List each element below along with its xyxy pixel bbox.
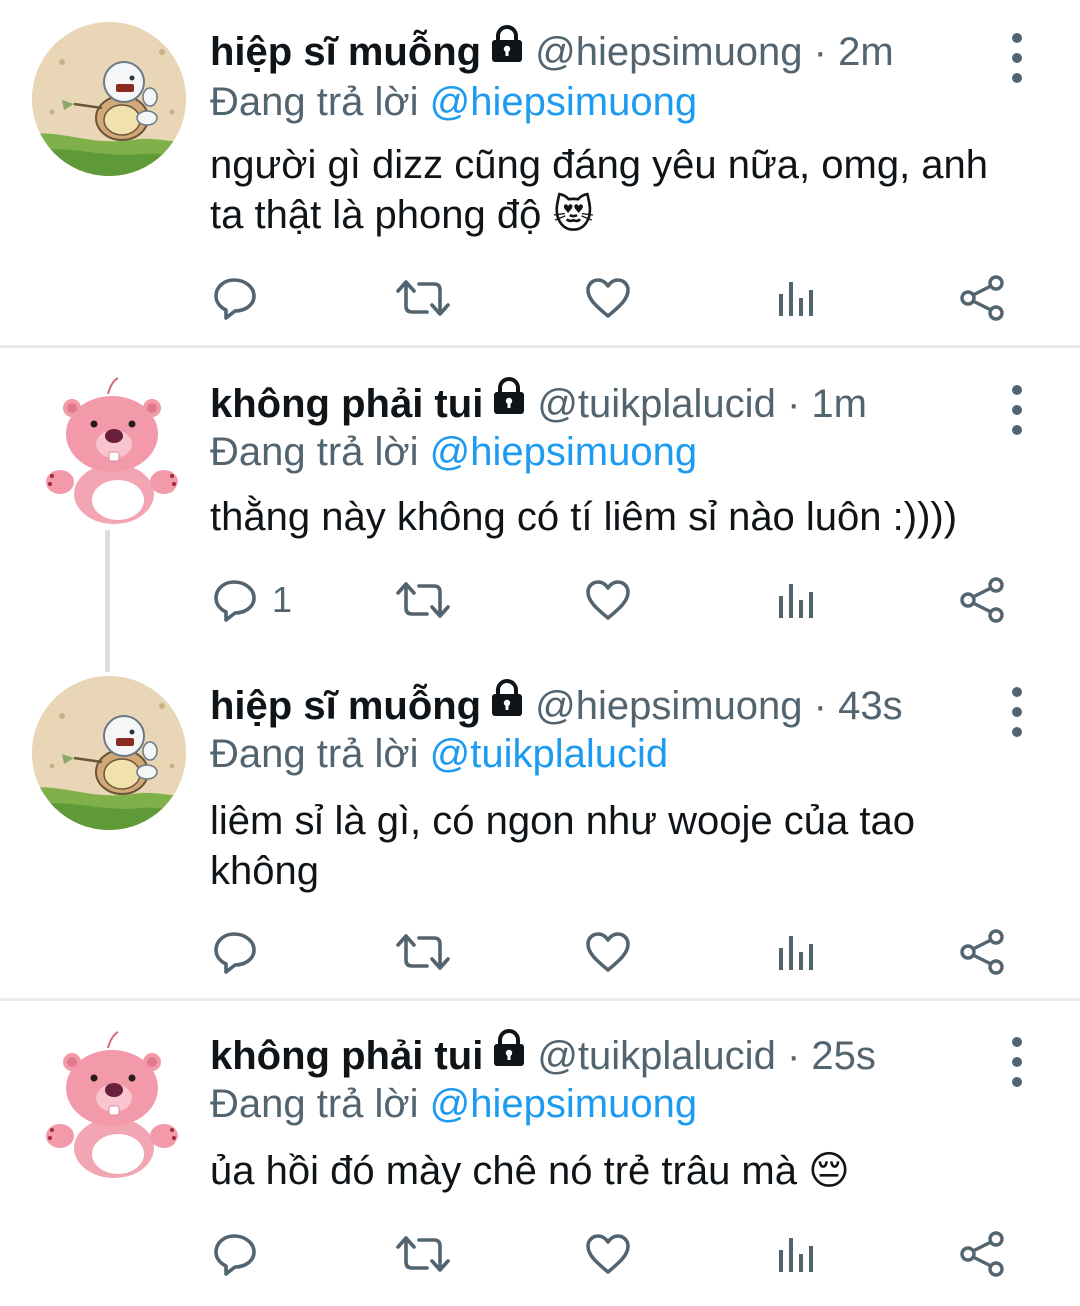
retweet-button[interactable] xyxy=(395,268,451,328)
reply-icon xyxy=(212,928,260,976)
share-button[interactable] xyxy=(958,1224,1006,1284)
more-icon[interactable] xyxy=(1006,30,1028,86)
share-icon xyxy=(958,1230,1006,1278)
share-button[interactable] xyxy=(958,922,1006,982)
tweet-text: thằng này không có tí liêm sỉ nào luôn :… xyxy=(210,495,958,539)
user-handle[interactable]: @hiepsimuong xyxy=(535,30,802,74)
tweet-header: không phải tui @tuikplalucid · 25s xyxy=(210,1030,876,1082)
replying-to-label: Đang trả lời xyxy=(210,1082,419,1126)
retweet-button[interactable] xyxy=(395,570,451,630)
tweet[interactable]: không phải tui @tuikplalucid · 25s Đang t… xyxy=(0,1024,1080,1304)
lock-icon xyxy=(489,1028,529,1081)
tweet[interactable]: hiệp sĩ muỗng @hiepsimuong · 2m Đang trả … xyxy=(0,20,1080,345)
action-bar xyxy=(0,922,1080,982)
retweet-button[interactable] xyxy=(395,922,451,982)
replying-to: Đang trả lời @tuikplalucid xyxy=(210,728,668,780)
avatar[interactable] xyxy=(32,372,186,526)
lock-icon xyxy=(487,678,527,731)
separator: · xyxy=(786,382,801,426)
reply-count: 1 xyxy=(272,579,293,620)
tweet-text: người gì dizz cũng đáng yêu nữa, omg, an… xyxy=(210,143,989,237)
lock-icon xyxy=(489,376,529,429)
reply-button[interactable] xyxy=(212,1224,272,1284)
retweet-icon xyxy=(395,274,451,322)
avatar[interactable] xyxy=(32,1026,186,1180)
user-handle[interactable]: @hiepsimuong xyxy=(535,684,802,728)
share-button[interactable] xyxy=(958,268,1006,328)
lock-icon xyxy=(487,24,527,77)
separator: · xyxy=(786,1034,801,1078)
analytics-icon xyxy=(775,580,815,620)
reply-icon xyxy=(212,274,260,322)
display-name[interactable]: hiệp sĩ muỗng xyxy=(210,30,481,74)
retweet-icon xyxy=(395,928,451,976)
reply-button[interactable] xyxy=(212,268,272,328)
reply-icon xyxy=(212,576,260,624)
more-icon[interactable] xyxy=(1006,1034,1028,1090)
user-handle[interactable]: @tuikplalucid xyxy=(537,1034,776,1078)
tweet-text: ủa hồi đó mày chê nó trẻ trâu mà 😔 xyxy=(210,1149,850,1193)
retweet-button[interactable] xyxy=(395,1224,451,1284)
analytics-button[interactable] xyxy=(775,570,815,630)
timestamp[interactable]: 25s xyxy=(811,1034,876,1078)
like-button[interactable] xyxy=(584,922,632,982)
replying-to: Đang trả lời @hiepsimuong xyxy=(210,1078,697,1130)
analytics-button[interactable] xyxy=(775,268,815,328)
like-button[interactable] xyxy=(584,268,632,328)
replying-to-label: Đang trả lời xyxy=(210,732,419,776)
timestamp[interactable]: 43s xyxy=(838,684,903,728)
tweet-text: liêm sỉ là gì, có ngon như wooje của tao… xyxy=(210,799,915,893)
like-icon xyxy=(584,1232,632,1276)
tweet[interactable]: hiệp sĩ muỗng @hiepsimuong · 43s Đang trả… xyxy=(0,674,1080,999)
avatar[interactable] xyxy=(32,676,186,830)
user-handle[interactable]: @tuikplalucid xyxy=(537,382,776,426)
mention-link[interactable]: @hiepsimuong xyxy=(430,80,697,124)
tweet-header: hiệp sĩ muỗng @hiepsimuong · 43s xyxy=(210,680,903,732)
replying-to-label: Đang trả lời xyxy=(210,80,419,124)
display-name[interactable]: hiệp sĩ muỗng xyxy=(210,684,481,728)
like-icon xyxy=(584,578,632,622)
divider xyxy=(0,345,1080,348)
mention-link[interactable]: @hiepsimuong xyxy=(430,430,697,474)
separator: · xyxy=(813,30,827,74)
retweet-icon xyxy=(395,1230,451,1278)
tweet[interactable]: không phải tui @tuikplalucid · 1m Đang tr… xyxy=(0,370,1080,670)
retweet-icon xyxy=(395,576,451,624)
like-icon xyxy=(584,930,632,974)
reply-button[interactable] xyxy=(212,922,272,982)
share-button[interactable] xyxy=(958,570,1006,630)
display-name[interactable]: không phải tui xyxy=(210,382,483,426)
like-button[interactable] xyxy=(584,1224,632,1284)
display-name[interactable]: không phải tui xyxy=(210,1034,483,1078)
like-icon xyxy=(584,276,632,320)
action-bar: 1 xyxy=(0,570,1080,630)
mention-link[interactable]: @tuikplalucid xyxy=(430,732,669,776)
like-button[interactable] xyxy=(584,570,632,630)
action-bar xyxy=(0,1224,1080,1284)
action-bar xyxy=(0,268,1080,328)
timestamp[interactable]: 1m xyxy=(811,382,867,426)
avatar[interactable] xyxy=(32,22,186,176)
analytics-button[interactable] xyxy=(775,1224,815,1284)
more-icon[interactable] xyxy=(1006,684,1028,740)
share-icon xyxy=(958,576,1006,624)
analytics-icon xyxy=(775,932,815,972)
analytics-button[interactable] xyxy=(775,922,815,982)
separator: · xyxy=(813,684,827,728)
analytics-icon xyxy=(775,278,815,318)
divider xyxy=(0,998,1080,1001)
reply-icon xyxy=(212,1230,260,1278)
timestamp[interactable]: 2m xyxy=(838,30,894,74)
tweet-header: không phải tui @tuikplalucid · 1m xyxy=(210,378,867,430)
share-icon xyxy=(958,928,1006,976)
tweet-header: hiệp sĩ muỗng @hiepsimuong · 2m xyxy=(210,26,894,78)
more-icon[interactable] xyxy=(1006,382,1028,438)
analytics-icon xyxy=(775,1234,815,1274)
replying-to-label: Đang trả lời xyxy=(210,430,419,474)
share-icon xyxy=(958,274,1006,322)
replying-to: Đang trả lời @hiepsimuong xyxy=(210,426,697,478)
reply-button[interactable]: 1 xyxy=(212,570,292,630)
mention-link[interactable]: @hiepsimuong xyxy=(430,1082,697,1126)
replying-to: Đang trả lời @hiepsimuong xyxy=(210,76,697,128)
